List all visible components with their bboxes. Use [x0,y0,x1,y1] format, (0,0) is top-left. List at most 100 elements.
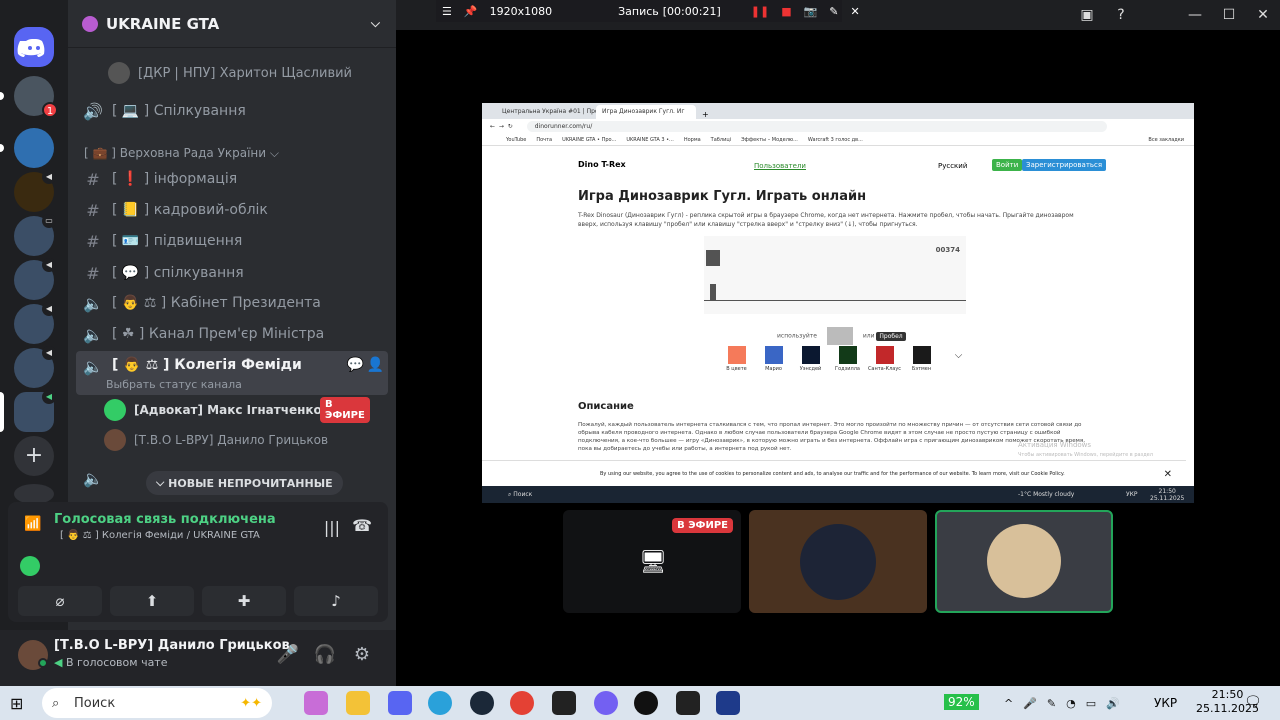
headphones-icon[interactable]: 🎧 [313,644,337,665]
new-tab-icon[interactable]: + [702,110,709,119]
voice-channel-premier[interactable]: 🔈[ ☘ ] Канал Прем'єр Міністра [76,319,388,349]
bookmark[interactable]: Эффекты – Моделю... [741,137,798,143]
steam-icon[interactable] [470,691,494,715]
activities-button[interactable]: ✚ [202,586,286,616]
new-unread-button[interactable]: ⌵ НОВЫЕ НЕПРОЧИТАННЫЕ [146,471,343,495]
server-icon-1[interactable]: 1 [14,76,58,118]
bookmark[interactable]: Все закладки [1148,137,1184,143]
soundboard-button[interactable]: ♪ [294,586,378,616]
participant-tile-screen[interactable]: В ЭФИРЕ 🖥 [563,510,741,613]
browser-tab[interactable]: Центральна Україна #01 | Про [496,105,596,119]
skin-option[interactable]: Санта-Клаус [866,346,903,372]
back-icon[interactable]: ← [490,123,495,130]
server-header[interactable]: UKRAINE GTA ⌵ [68,0,396,48]
add-member-icon[interactable]: 👤 [367,357,384,373]
reload-icon[interactable]: ↻ [508,123,513,130]
notification-icon[interactable]: 🗨 [1244,694,1262,710]
discord-home-button[interactable] [14,27,54,67]
battery-widget[interactable]: 92% [944,694,979,710]
shared-screen[interactable]: Центральна Україна #01 | Про Игра Диноза… [482,103,1194,503]
voice-channel-kabinet-prezydenta[interactable]: 🔈[ 👨 ⚖ ] Кабінет Президента [76,288,388,318]
bookmark[interactable]: Почта [536,137,552,143]
forward-icon[interactable]: → [499,123,504,130]
register-button[interactable]: Зарегистрироваться [1022,159,1107,171]
volume-icon[interactable]: 🔊 [1106,697,1120,710]
disconnect-icon[interactable]: ☎ [352,516,372,535]
voice-status[interactable]: Голосовая связь подключена [54,512,276,527]
taskbar-search[interactable]: ⌕ Поиск ✦✦ [42,688,272,718]
menu-icon[interactable]: ☰ [442,5,452,18]
server-icon-3[interactable]: ◀ [14,170,56,212]
settings-gear-icon[interactable]: ⚙ [350,644,374,665]
telegram-icon[interactable] [428,691,452,715]
site-logo[interactable]: Dino T-Rex [578,160,626,169]
chrome-icon[interactable] [510,691,534,715]
address-bar[interactable]: dinorunner.com/ru/ [526,121,1107,132]
language-select[interactable]: Русский [938,162,967,170]
users-link[interactable]: Пользователи [754,162,806,170]
recorder-icon[interactable] [634,691,658,715]
pen-icon[interactable]: ✎ [829,5,838,18]
voice-member-partial[interactable]: [ДКР | НПУ] Харитон Щасливий [108,60,352,86]
chat-bubble-icon[interactable]: 💬 [347,357,364,373]
skin-option[interactable]: Годзилла [829,346,866,372]
server-icon-ukraine-gta[interactable]: ◀ [14,390,56,432]
camera-icon[interactable]: 📷 [804,5,818,18]
battery-icon[interactable]: ▭ [1086,697,1096,710]
voice-channel-kolehiia-femidy[interactable]: 🔈 [ 👨 ⚖ ] Колегія Феміди 💬 👤 Выбрать ста… [76,351,388,395]
resolution[interactable]: 1920x1080 [490,5,553,18]
game-launcher-icon[interactable] [716,691,740,715]
copilot-icon[interactable] [304,691,328,715]
bookmark[interactable]: Warcraft 3 голос дв... [808,137,863,143]
dino-game-canvas[interactable]: 00374 [704,236,966,314]
server-icon-4[interactable]: ▭ [14,214,56,256]
text-channel-kadrovyi-oblik[interactable]: #[ 📒 ] кадровий-облік [76,195,388,225]
participant-tile-avatar[interactable] [749,510,927,613]
bookmark[interactable]: Таблиці [711,137,731,143]
wifi-icon[interactable]: ◔ [1066,697,1076,710]
screen-share-button[interactable]: ⬆ [110,586,194,616]
discord-icon[interactable] [388,691,412,715]
inbox-icon[interactable]: ▣ [1070,7,1104,23]
voice-member-row[interactable]: [Т.В.О L-ВРУ] Данило Грицьков [104,427,328,453]
epic-games-icon[interactable] [552,691,576,715]
voice-channel-spilkuvannia[interactable]: 🔊[ 💻 ] Спілкування [76,96,388,126]
help-icon[interactable]: ? [1104,7,1138,23]
noise-suppression-icon[interactable]: ||| [324,518,340,537]
close-icon[interactable]: ✕ [851,5,860,18]
pin-icon[interactable]: 📌 [464,5,478,18]
text-channel-pidvyshchennia[interactable]: #[ 🪪 ] підвищення [76,226,388,256]
viber-icon[interactable] [594,691,618,715]
bookmark[interactable]: YouTube [506,137,526,143]
pause-icon[interactable]: ❚❚ [751,5,769,18]
bookmark[interactable]: Норма [684,137,701,143]
stop-icon[interactable]: ■ [781,5,791,18]
minimize-button[interactable]: — [1178,7,1212,23]
browser-tab-active[interactable]: Игра Динозаврик Гугл. Иг [596,105,696,119]
voice-location[interactable]: [ 👨 ⚖ ] Колегія Феміди / UKRAINE GTA [60,530,260,541]
microphone-icon[interactable]: 🎤 [1023,697,1037,710]
skin-option[interactable]: Бэтмен [903,346,940,372]
status-hint[interactable]: Выбрать статус канала [106,378,242,391]
login-button[interactable]: Войти [992,159,1023,171]
server-icon-6[interactable]: ◀ [14,302,56,344]
text-channel-informatsiia[interactable]: #[ ❗ ] інформація [76,164,388,194]
participant-tile-speaking[interactable] [935,510,1113,613]
skin-option[interactable]: Уэнсдей [792,346,829,372]
windows-start-icon[interactable]: ⊞ [10,694,23,713]
skin-option[interactable]: В цвете [718,346,755,372]
voice-member-row[interactable]: [Адвокат] Макс Ігнатченко В ЭФИРЕ [104,397,370,423]
discover-icon[interactable] [14,484,54,504]
chevron-down-icon[interactable]: ⌵ [371,16,380,31]
microphone-icon[interactable]: 🎤 [276,644,300,665]
bookmark[interactable]: UKRAINE GTA 3 •... [626,137,673,143]
bookmark[interactable]: UKRAINE GTA • Про... [562,137,616,143]
add-server-icon[interactable]: + [14,436,54,476]
server-icon-5[interactable]: ◀ [14,258,56,300]
close-icon[interactable]: ✕ [1164,469,1172,480]
camera-off-button[interactable]: ⌀ [18,586,102,616]
category-verkhovna-rada[interactable]: [ 💼 ] Верховна Рада України ⌵ [84,146,279,161]
server-icon-2[interactable] [14,128,54,168]
close-button[interactable]: ✕ [1246,7,1280,23]
activity-avatar[interactable] [20,556,40,576]
